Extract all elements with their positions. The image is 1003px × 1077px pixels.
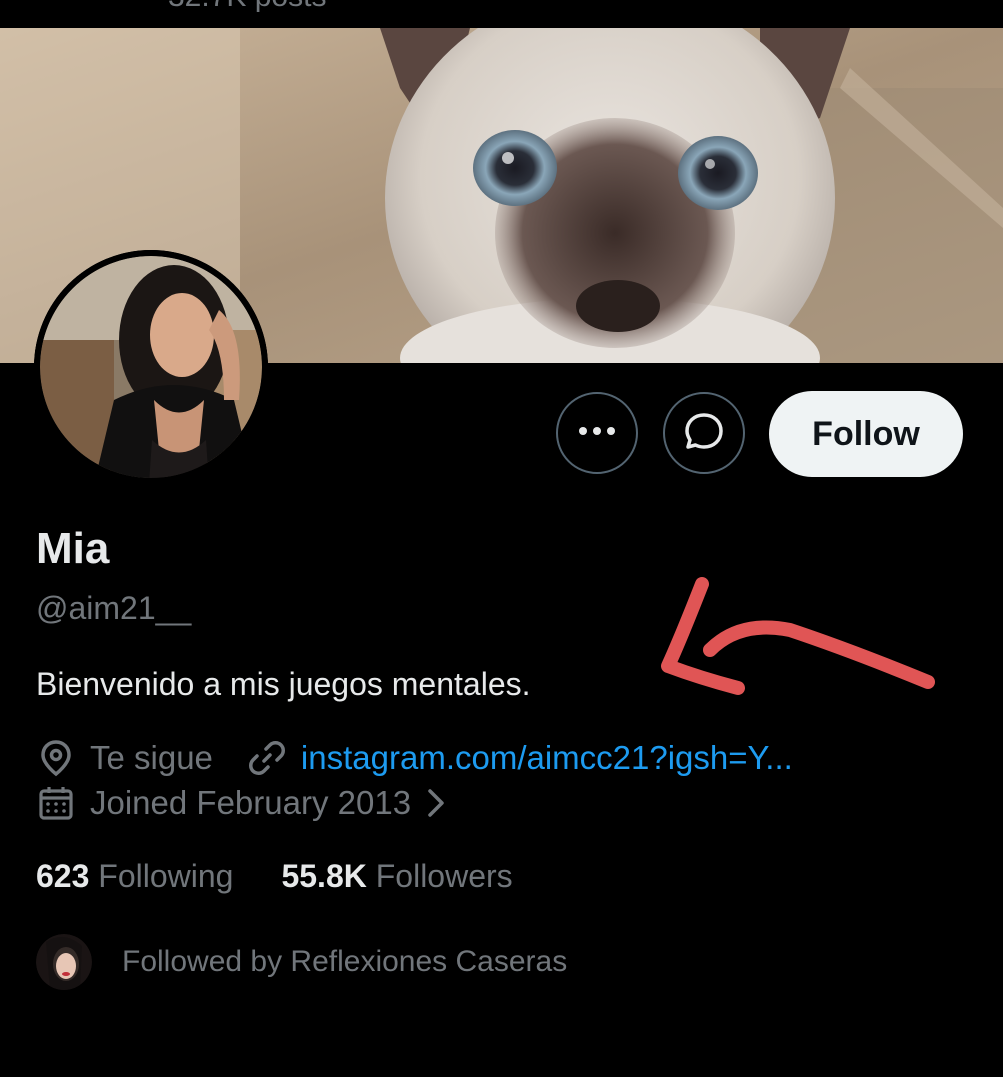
followed-by-row[interactable]: Followed by Reflexiones Caseras <box>36 934 567 990</box>
location-pin-icon <box>36 738 76 778</box>
message-bubble-icon <box>683 410 725 457</box>
profile-website-link[interactable]: instagram.com/aimcc21?igsh=Y... <box>301 739 793 777</box>
header-strip: 32.7K posts <box>0 0 1003 28</box>
joined-row[interactable]: Joined February 2013 <box>36 783 445 823</box>
profile-page: 32.7K posts <box>0 0 1003 1077</box>
profile-avatar[interactable] <box>34 250 268 484</box>
following-label: Following <box>98 858 234 894</box>
message-button[interactable] <box>663 392 745 474</box>
followers-count: 55.8K <box>281 858 367 894</box>
link-icon <box>247 738 287 778</box>
location-text: Te sigue <box>90 739 213 776</box>
following-count: 623 <box>36 858 90 894</box>
chevron-right-icon <box>427 788 445 818</box>
user-handle: @aim21__ <box>36 590 192 626</box>
followed-by-text: Followed by Reflexiones Caseras <box>122 945 568 978</box>
more-dots-icon <box>577 424 617 442</box>
profile-bio: Bienvenido a mis juegos mentales. <box>36 666 531 702</box>
more-options-button[interactable] <box>556 392 638 474</box>
annotation-arrow <box>661 577 935 695</box>
followers-label: Followers <box>375 858 513 894</box>
profile-stats: 623 Following 55.8K Followers <box>36 858 561 895</box>
profile-meta-row: Te sigue instagram.com/aimcc21?igsh=Y... <box>36 738 793 778</box>
posts-count: 32.7K posts <box>168 0 326 14</box>
follow-button[interactable]: Follow <box>769 391 963 477</box>
follower-avatar <box>36 934 92 990</box>
following-stat[interactable]: 623 Following <box>36 858 233 895</box>
followers-stat[interactable]: 55.8K Followers <box>281 858 512 895</box>
joined-date: Joined February 2013 <box>90 784 412 821</box>
display-name: Mia <box>36 524 110 573</box>
calendar-icon <box>36 783 76 823</box>
